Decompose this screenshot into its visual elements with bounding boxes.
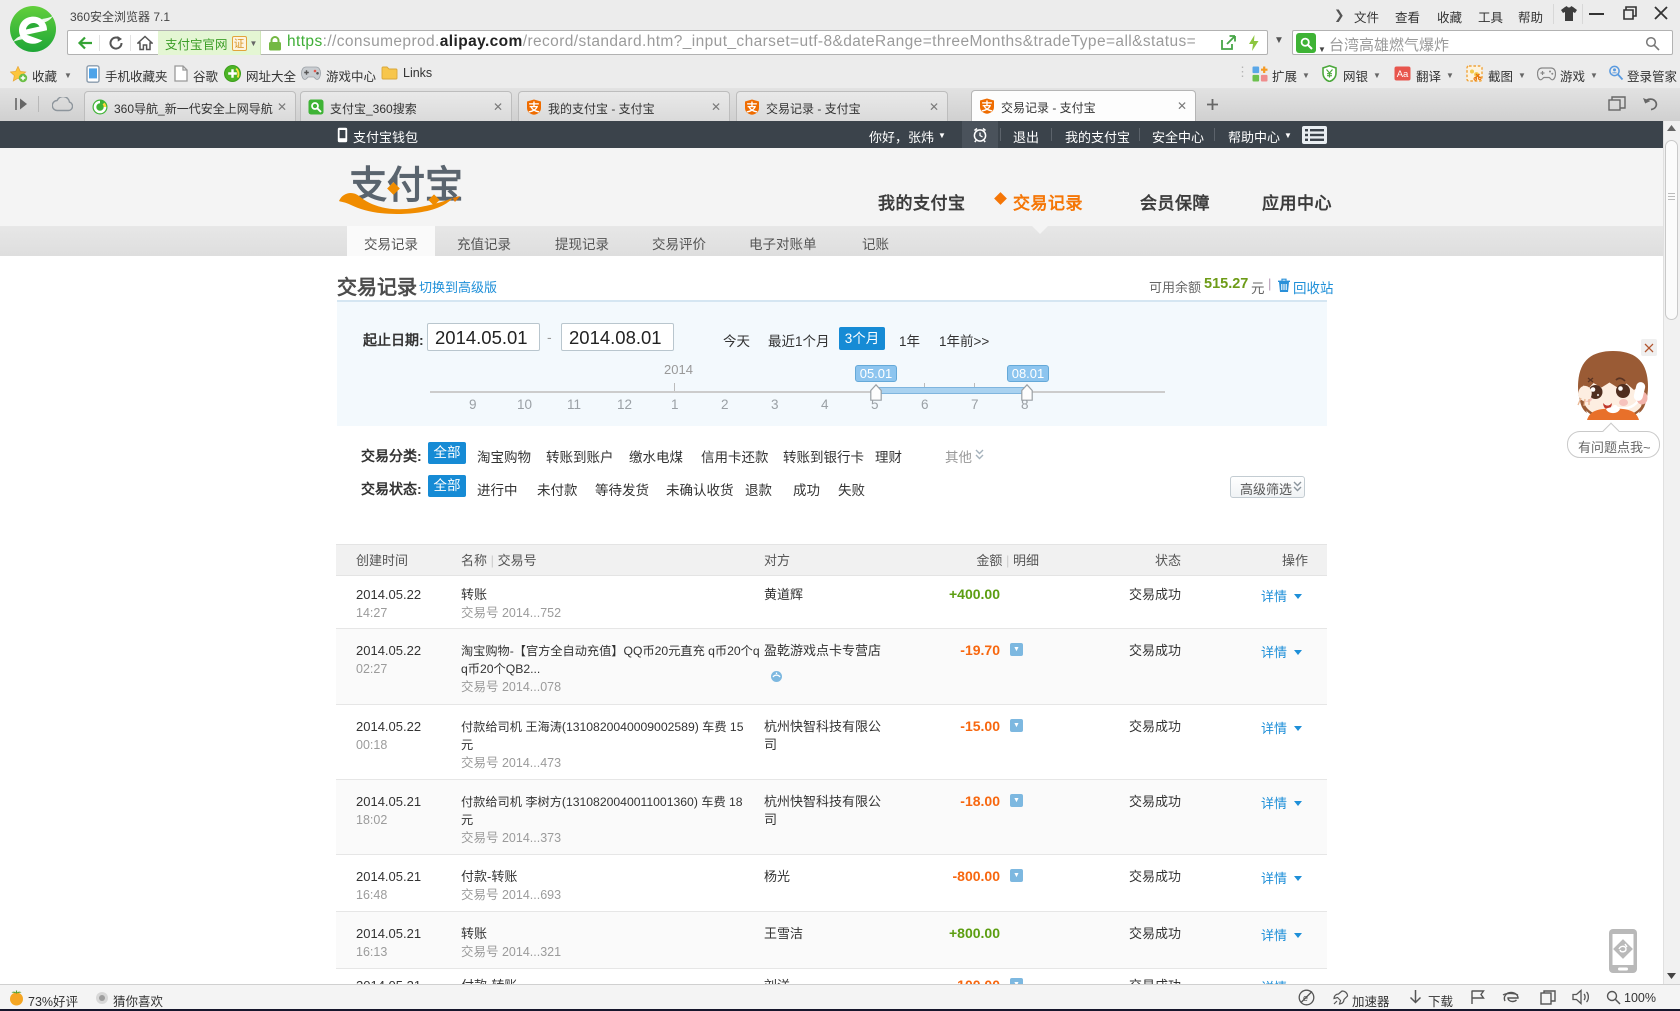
svg-text:支: 支	[528, 100, 541, 114]
svg-text:支: 支	[981, 99, 994, 113]
svg-text:Aa: Aa	[1397, 69, 1409, 80]
svg-text:支: 支	[746, 100, 759, 114]
svg-text:e: e	[1303, 993, 1308, 1003]
